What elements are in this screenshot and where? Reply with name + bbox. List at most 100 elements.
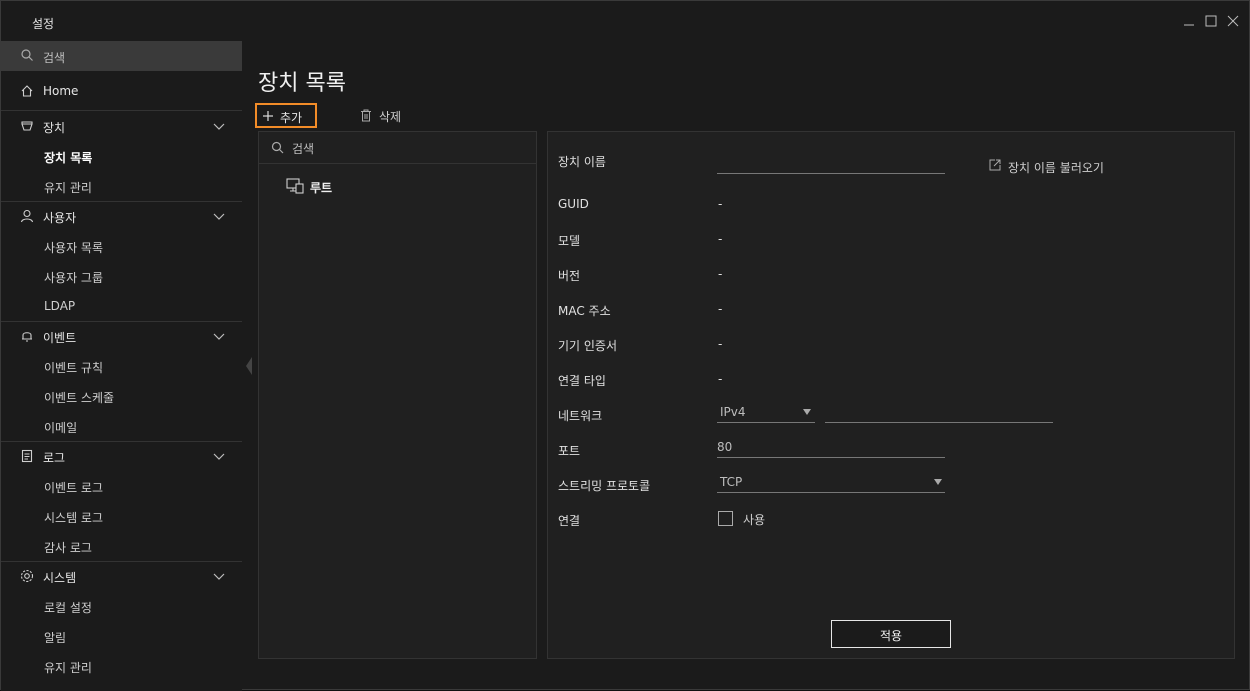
sidebar-item-label: 알림 (44, 631, 67, 645)
load-device-name-label: 장치 이름 불러오기 (1008, 161, 1104, 175)
sidebar-item-label: 유지 관리 (44, 181, 92, 195)
add-button[interactable]: 추가 (255, 103, 317, 128)
sidebar-item-device-maintenance[interactable]: 유지 관리 (1, 171, 242, 201)
chevron-down-icon (212, 329, 226, 343)
sidebar-item-user-list[interactable]: 사용자 목록 (1, 231, 242, 261)
apply-button-label: 적용 (879, 629, 903, 643)
sidebar-item-notifications[interactable]: 알림 (1, 621, 242, 651)
home-icon (19, 83, 35, 99)
plus-icon (262, 110, 274, 122)
sidebar-collapse-handle[interactable] (245, 356, 253, 376)
device-icon (19, 118, 35, 134)
model-label: 모델 (558, 234, 581, 248)
sidebar-group-log[interactable]: 로그 (1, 441, 242, 471)
port-input[interactable]: 80 (717, 438, 945, 458)
sidebar-item-event-log[interactable]: 이벤트 로그 (1, 471, 242, 501)
sidebar-item-label: 사용자 목록 (44, 241, 104, 255)
device-group-icon (286, 178, 304, 194)
load-device-name-button[interactable]: 장치 이름 불러오기 (988, 157, 1118, 177)
port-label: 포트 (558, 444, 581, 458)
tree-node-root[interactable]: 루트 (286, 177, 406, 197)
delete-button[interactable]: 삭제 (357, 107, 417, 127)
device-name-label: 장치 이름 (558, 155, 606, 169)
gear-icon (19, 568, 35, 584)
device-name-input[interactable] (717, 154, 945, 174)
trash-icon (359, 108, 373, 122)
connection-label: 연결 (558, 514, 581, 528)
device-tree-panel: 검색 루트 (258, 131, 537, 659)
sidebar-item-system-maintenance[interactable]: 유지 관리 (1, 651, 242, 681)
search-icon (20, 48, 34, 62)
apply-button[interactable]: 적용 (831, 620, 951, 648)
sidebar-item-system-log[interactable]: 시스템 로그 (1, 501, 242, 531)
certificate-label: 기기 인증서 (558, 339, 618, 353)
sidebar-item-label: 이메일 (44, 421, 78, 435)
minimize-icon[interactable] (1181, 13, 1197, 29)
version-value: - (718, 267, 723, 281)
sidebar-item-label: 유지 관리 (44, 661, 92, 675)
streaming-protocol-select[interactable]: TCP (717, 473, 945, 493)
sidebar-group-device[interactable]: 장치 (1, 111, 242, 141)
connection-type-label: 연결 타입 (558, 374, 606, 388)
mac-label: MAC 주소 (558, 304, 611, 318)
sidebar-item-email[interactable]: 이메일 (1, 411, 242, 441)
network-label: 네트워크 (558, 409, 603, 423)
sidebar-group-label: 장치 (43, 121, 66, 135)
chevron-down-icon (212, 569, 226, 583)
sidebar-item-event-schedule[interactable]: 이벤트 스케줄 (1, 381, 242, 411)
sidebar-item-ldap[interactable]: LDAP (1, 291, 242, 321)
search-icon (271, 141, 284, 154)
close-icon[interactable] (1225, 13, 1241, 29)
maximize-icon[interactable] (1203, 13, 1219, 29)
sidebar-item-label: 장치 목록 (44, 151, 93, 165)
connection-enable-checkbox[interactable] (718, 511, 733, 526)
title-bar: 설정 (1, 1, 1249, 41)
dropdown-arrow-icon (934, 479, 942, 485)
sidebar-item-label: 시스템 로그 (44, 511, 104, 525)
sidebar-group-label: 사용자 (43, 211, 77, 225)
sidebar-item-local-settings[interactable]: 로컬 설정 (1, 591, 242, 621)
streaming-protocol-label: 스트리밍 프로토콜 (558, 479, 651, 493)
sidebar-group-system[interactable]: 시스템 (1, 561, 242, 591)
delete-button-label: 삭제 (379, 110, 402, 124)
log-icon (19, 448, 35, 464)
sidebar-item-label: 감사 로그 (44, 541, 92, 555)
sidebar-item-device-list[interactable]: 장치 목록 (1, 141, 242, 171)
network-select[interactable]: IPv4 (717, 403, 815, 423)
streaming-protocol-selected: TCP (720, 475, 743, 489)
model-value: - (718, 232, 723, 246)
page-title: 장치 목록 (258, 71, 346, 96)
sidebar-group-label: 시스템 (43, 571, 77, 585)
sidebar: 검색 Home 장치 장치 목록 유지 관리 사용자 사용자 목록 사용자 그룹… (1, 41, 242, 691)
tree-node-label: 루트 (310, 181, 333, 195)
import-icon (988, 158, 1002, 172)
sidebar-item-label: 사용자 그룹 (44, 271, 104, 285)
sidebar-group-event[interactable]: 이벤트 (1, 321, 242, 351)
user-icon (19, 208, 35, 224)
sidebar-item-event-rules[interactable]: 이벤트 규칙 (1, 351, 242, 381)
sidebar-item-home[interactable]: Home (1, 76, 242, 106)
sidebar-item-label: LDAP (44, 299, 76, 313)
sidebar-search-placeholder: 검색 (43, 51, 66, 65)
guid-label: GUID (558, 197, 589, 211)
dropdown-arrow-icon (803, 409, 811, 415)
tree-search[interactable]: 검색 (259, 132, 536, 164)
certificate-value: - (718, 337, 723, 351)
sidebar-item-label: Home (43, 84, 79, 98)
tree-search-placeholder: 검색 (292, 142, 315, 156)
sidebar-item-label: 이벤트 로그 (44, 481, 104, 495)
sidebar-group-label: 로그 (43, 451, 66, 465)
sidebar-search[interactable]: 검색 (1, 41, 242, 71)
version-label: 버전 (558, 269, 581, 283)
sidebar-item-audit-log[interactable]: 감사 로그 (1, 531, 242, 561)
chevron-down-icon (212, 119, 226, 133)
network-address-input[interactable] (825, 403, 1053, 423)
sidebar-item-label: 로컬 설정 (44, 601, 92, 615)
window-title: 설정 (32, 17, 55, 31)
sidebar-group-label: 이벤트 (43, 331, 77, 345)
bell-icon (19, 328, 35, 344)
sidebar-item-user-group[interactable]: 사용자 그룹 (1, 261, 242, 291)
sidebar-group-user[interactable]: 사용자 (1, 201, 242, 231)
chevron-down-icon (212, 209, 226, 223)
guid-value: - (718, 197, 723, 211)
